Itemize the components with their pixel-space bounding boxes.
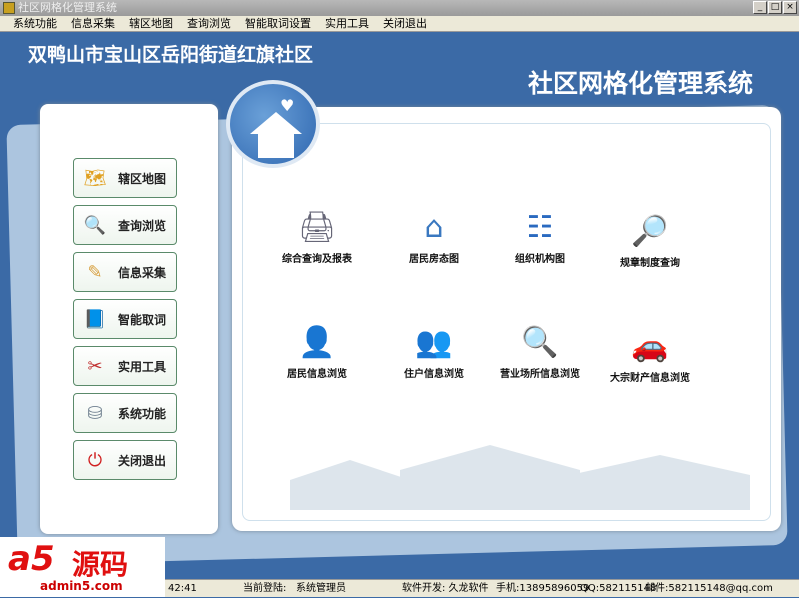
menu-map[interactable]: 辖区地图 bbox=[122, 16, 180, 31]
function-label: 居民房态图 bbox=[409, 254, 459, 265]
nav-label: 信息采集 bbox=[118, 265, 167, 280]
function-label: 营业场所信息浏览 bbox=[500, 369, 580, 380]
magnifier-document-icon: 🔍 bbox=[83, 214, 107, 236]
watermark-url: admin5.com bbox=[40, 579, 123, 593]
function-5[interactable]: 👥 住户信息浏览 bbox=[374, 323, 494, 381]
function-0[interactable]: 🖨 综合查询及报表 bbox=[257, 208, 377, 266]
title-bar: 社区网格化管理系统 _ □ × bbox=[0, 0, 799, 16]
printer-icon: 🖨 bbox=[297, 209, 337, 245]
menu-exit[interactable]: 关闭退出 bbox=[376, 16, 434, 31]
nav-button-5[interactable]: ⛁ 系统功能 bbox=[73, 393, 177, 433]
menu-tools[interactable]: 实用工具 bbox=[318, 16, 376, 31]
nav-button-0[interactable]: 🗺 辖区地图 bbox=[73, 158, 177, 198]
maximize-button[interactable]: □ bbox=[768, 1, 782, 14]
watermark-logo: a5 源码 admin5.com bbox=[0, 537, 165, 597]
org-chart-icon: ☷ bbox=[526, 209, 554, 245]
close-button[interactable]: × bbox=[783, 1, 797, 14]
function-3[interactable]: 🔎 规章制度查询 bbox=[590, 212, 710, 270]
window-title: 社区网格化管理系统 bbox=[18, 1, 117, 14]
home-badge-icon: ♥ bbox=[226, 80, 320, 168]
nav-button-3[interactable]: 📘 智能取词 bbox=[73, 299, 177, 339]
function-label: 组织机构图 bbox=[515, 254, 565, 265]
developer: 软件开发: 久龙软件 bbox=[402, 583, 489, 594]
users-icon: 👥 bbox=[415, 324, 453, 360]
menu-browse[interactable]: 查询浏览 bbox=[180, 16, 238, 31]
function-2[interactable]: ☷ 组织机构图 bbox=[480, 208, 600, 266]
nav-label: 查询浏览 bbox=[118, 218, 167, 233]
nav-button-1[interactable]: 🔍 查询浏览 bbox=[73, 205, 177, 245]
nav-button-4[interactable]: ✂ 实用工具 bbox=[73, 346, 177, 386]
system-title: 社区网格化管理系统 bbox=[528, 69, 754, 98]
menu-system[interactable]: 系统功能 bbox=[6, 16, 64, 31]
nav-label: 辖区地图 bbox=[118, 171, 167, 186]
buildings-watermark bbox=[290, 445, 750, 510]
nav-label: 智能取词 bbox=[118, 312, 167, 327]
tools-icon: ✂ bbox=[87, 355, 103, 377]
house-search-icon: 🔍 bbox=[521, 324, 559, 360]
house-icon: ⌂ bbox=[424, 209, 444, 245]
nav-button-6[interactable]: ⏻ 关闭退出 bbox=[73, 440, 177, 480]
nav-label: 实用工具 bbox=[118, 359, 167, 374]
menu-bar: 系统功能 信息采集 辖区地图 查询浏览 智能取词设置 实用工具 关闭退出 bbox=[0, 16, 799, 32]
login-label: 当前登陆: bbox=[243, 583, 287, 594]
function-label: 综合查询及报表 bbox=[282, 254, 352, 265]
function-label: 规章制度查询 bbox=[620, 258, 680, 269]
community-name: 双鸭山市宝山区岳阳街道红旗社区 bbox=[28, 44, 314, 66]
minimize-button[interactable]: _ bbox=[753, 1, 767, 14]
email: 邮件:582115148@qq.com bbox=[645, 583, 773, 594]
notebook-pencil-icon: ✎ bbox=[87, 261, 103, 283]
nav-label: 关闭退出 bbox=[118, 453, 167, 468]
function-label: 居民信息浏览 bbox=[287, 369, 347, 380]
database-gear-icon: ⛁ bbox=[87, 402, 103, 424]
current-user: 系统管理员 bbox=[296, 583, 346, 594]
function-4[interactable]: 👤 居民信息浏览 bbox=[257, 323, 377, 381]
status-time: 42:41 bbox=[168, 583, 197, 594]
phone: 手机:13895896059 bbox=[496, 583, 590, 594]
book-magnifier-icon: 📘 bbox=[83, 308, 107, 330]
power-icon: ⏻ bbox=[87, 449, 103, 471]
function-label: 住户信息浏览 bbox=[404, 369, 464, 380]
car-icon: 🚗 bbox=[631, 328, 669, 364]
function-7[interactable]: 🚗 大宗财产信息浏览 bbox=[590, 327, 710, 385]
menu-collect[interactable]: 信息采集 bbox=[64, 16, 122, 31]
function-1[interactable]: ⌂ 居民房态图 bbox=[374, 208, 494, 266]
function-6[interactable]: 🔍 营业场所信息浏览 bbox=[480, 323, 600, 381]
menu-word-settings[interactable]: 智能取词设置 bbox=[238, 16, 318, 31]
function-label: 大宗财产信息浏览 bbox=[610, 373, 690, 384]
nav-label: 系统功能 bbox=[118, 406, 167, 421]
globe-magnifier-icon: 🔎 bbox=[631, 213, 669, 249]
nav-button-2[interactable]: ✎ 信息采集 bbox=[73, 252, 177, 292]
china-map-icon: 🗺 bbox=[83, 167, 107, 189]
person-icon: 👤 bbox=[298, 324, 336, 360]
app-icon bbox=[3, 2, 15, 14]
